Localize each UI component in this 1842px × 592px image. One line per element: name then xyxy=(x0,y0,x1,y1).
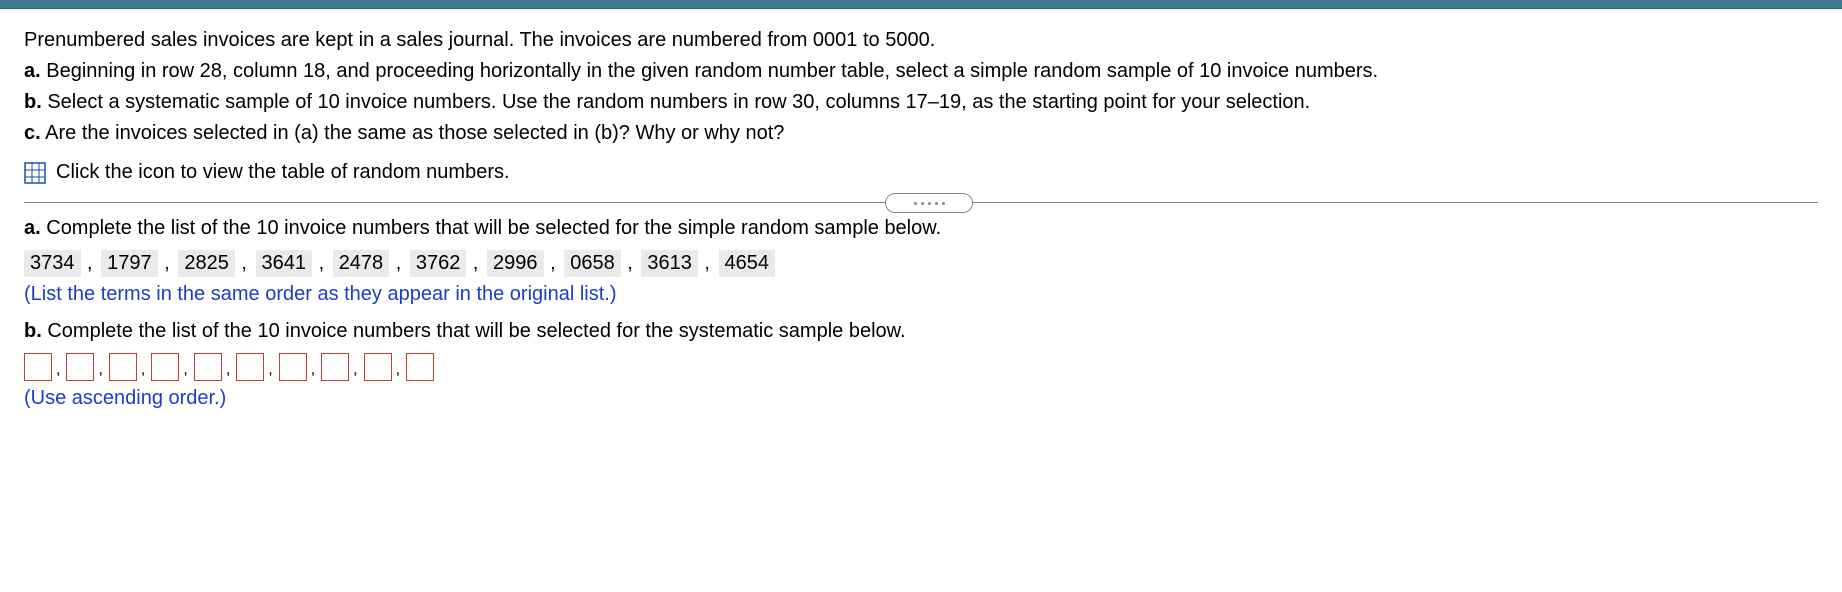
part-a-text: Beginning in row 28, column 18, and proc… xyxy=(41,60,1378,82)
answer-value: 2478 xyxy=(333,250,390,277)
section-divider xyxy=(24,202,1818,203)
part-b-prompt-text: Complete the list of the 10 invoice numb… xyxy=(42,320,906,342)
part-c-text: Are the invoices selected in (a) the sam… xyxy=(41,122,785,144)
answer-value: 0658 xyxy=(564,250,621,277)
separator: , xyxy=(467,252,484,274)
separator: , xyxy=(159,252,176,274)
answer-value: 3734 xyxy=(24,250,81,277)
answer-value: 1797 xyxy=(101,250,158,277)
separator: , xyxy=(622,252,639,274)
separator: , xyxy=(141,361,145,379)
separator: , xyxy=(98,361,102,379)
separator: , xyxy=(353,361,357,379)
separator: , xyxy=(390,252,407,274)
part-c-stem: c. Are the invoices selected in (a) the … xyxy=(24,120,1818,147)
invoice-number-input[interactable] xyxy=(364,353,392,381)
part-b-prompt: b. Complete the list of the 10 invoice n… xyxy=(24,320,1818,343)
random-table-link-text[interactable]: Click the icon to view the table of rand… xyxy=(56,161,510,184)
question-page: Prenumbered sales invoices are kept in a… xyxy=(0,9,1842,426)
part-b-note: (Use ascending order.) xyxy=(24,387,1818,410)
separator: , xyxy=(699,252,716,274)
separator: , xyxy=(311,361,315,379)
question-stem: Prenumbered sales invoices are kept in a… xyxy=(24,27,1818,184)
answer-value: 3762 xyxy=(410,250,467,277)
answer-value: 3613 xyxy=(641,250,698,277)
separator: , xyxy=(268,361,272,379)
answer-value: 3641 xyxy=(256,250,313,277)
part-a-prompt: a. Complete the list of the 10 invoice n… xyxy=(24,217,1818,240)
invoice-number-input[interactable] xyxy=(24,353,52,381)
intro-text: Prenumbered sales invoices are kept in a… xyxy=(24,27,1818,54)
separator: , xyxy=(545,252,562,274)
separator: , xyxy=(56,361,60,379)
part-a-note: (List the terms in the same order as the… xyxy=(24,283,1818,306)
part-a-stem: a. Beginning in row 28, column 18, and p… xyxy=(24,58,1818,85)
divider-handle[interactable] xyxy=(885,193,973,213)
invoice-number-input[interactable] xyxy=(66,353,94,381)
part-b-prompt-label: b. xyxy=(24,320,42,342)
part-a-answer-list: 3734 , 1797 , 2825 , 3641 , 2478 , 3762 … xyxy=(24,250,1818,277)
separator: , xyxy=(183,361,187,379)
invoice-number-input[interactable] xyxy=(406,353,434,381)
part-b-section: b. Complete the list of the 10 invoice n… xyxy=(24,320,1818,410)
part-b-label: b. xyxy=(24,91,42,113)
part-a-prompt-text: Complete the list of the 10 invoice numb… xyxy=(41,217,941,239)
invoice-number-input[interactable] xyxy=(151,353,179,381)
part-c-label: c. xyxy=(24,122,41,144)
random-table-link-row: Click the icon to view the table of rand… xyxy=(24,161,1818,184)
invoice-number-input[interactable] xyxy=(321,353,349,381)
invoice-number-input[interactable] xyxy=(109,353,137,381)
invoice-number-input[interactable] xyxy=(194,353,222,381)
separator: , xyxy=(236,252,253,274)
part-b-stem: b. Select a systematic sample of 10 invo… xyxy=(24,89,1818,116)
invoice-number-input[interactable] xyxy=(279,353,307,381)
part-a-prompt-label: a. xyxy=(24,217,41,239)
answer-value: 2825 xyxy=(178,250,235,277)
invoice-number-input[interactable] xyxy=(236,353,264,381)
separator: , xyxy=(313,252,330,274)
separator: , xyxy=(82,252,99,274)
part-a-section: a. Complete the list of the 10 invoice n… xyxy=(24,217,1818,306)
part-b-input-row: ,,,,,,,,, xyxy=(24,353,1818,381)
part-a-label: a. xyxy=(24,60,41,82)
part-b-text: Select a systematic sample of 10 invoice… xyxy=(42,91,1310,113)
answer-value: 2996 xyxy=(487,250,544,277)
answer-value: 4654 xyxy=(719,250,776,277)
window-top-bar xyxy=(0,0,1842,9)
separator: , xyxy=(226,361,230,379)
separator: , xyxy=(396,361,400,379)
table-icon[interactable] xyxy=(24,162,46,184)
